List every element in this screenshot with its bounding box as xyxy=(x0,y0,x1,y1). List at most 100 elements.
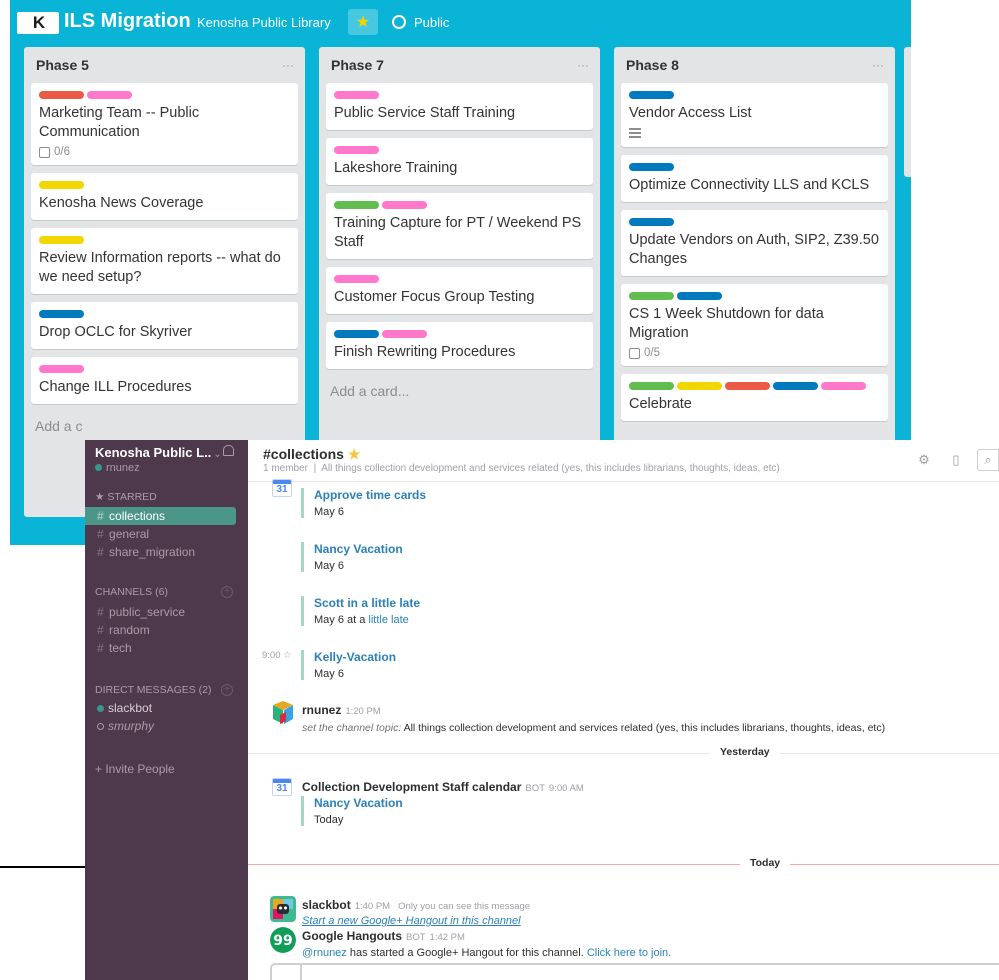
slack-window: Kenosha Public L.. ⌄ rnunez ★ STARRED # c… xyxy=(85,440,999,980)
dm-item-slackbot[interactable]: slackbot xyxy=(85,699,248,717)
message-time[interactable]: 1:40 PM xyxy=(355,901,390,912)
card-title: Marketing Team -- Public Communication xyxy=(39,105,200,140)
event-title[interactable]: Scott in a little late xyxy=(314,596,420,610)
search-icon[interactable]: ⌕ xyxy=(977,449,999,471)
star-message-icon[interactable]: ☆ xyxy=(283,650,292,661)
card[interactable]: Kenosha News Coverage xyxy=(31,173,298,220)
event-attachment: Scott in a little late May 6 at a little… xyxy=(301,596,420,626)
label-green xyxy=(629,292,674,300)
event-title[interactable]: Approve time cards xyxy=(314,488,426,502)
gear-icon[interactable]: ⚙ xyxy=(913,449,935,471)
event-date-link[interactable]: little late xyxy=(368,614,408,626)
card[interactable]: Update Vendors on Auth, SIP2, Z39.50 Cha… xyxy=(621,210,888,276)
card[interactable]: Review Information reports -- what do we… xyxy=(31,228,298,294)
chevron-down-icon: ⌄ xyxy=(213,449,222,460)
user-mention[interactable]: @rnunez xyxy=(302,947,347,959)
team-name: Kenosha Public L.. xyxy=(95,445,212,460)
card[interactable]: Optimize Connectivity LLS and KCLS xyxy=(621,155,888,202)
message-author[interactable]: slackbot xyxy=(302,898,351,912)
card[interactable]: Training Capture for PT / Weekend PS Sta… xyxy=(326,193,593,259)
star-icon[interactable]: ★ xyxy=(348,9,378,35)
list-menu-icon[interactable]: ··· xyxy=(872,58,884,72)
card[interactable]: CS 1 Week Shutdown for data Migration 0/5 xyxy=(621,284,888,366)
list-title[interactable]: Phase 5 xyxy=(36,57,89,73)
channel-star-icon[interactable]: ★ xyxy=(348,446,361,462)
team-menu[interactable]: Kenosha Public L.. ⌄ xyxy=(95,445,222,460)
dm-header[interactable]: DIRECT MESSAGES (2) xyxy=(95,684,212,696)
logo-text: K xyxy=(32,13,45,32)
trello-logo-icon[interactable]: K xyxy=(17,12,59,34)
channel-item-collections[interactable]: # collections xyxy=(85,507,236,525)
message-author[interactable]: Google Hangouts xyxy=(302,929,402,943)
card-labels xyxy=(39,181,290,189)
card-labels xyxy=(39,236,290,244)
board-title[interactable]: ILS Migration xyxy=(64,10,191,33)
channel-item-public_service[interactable]: # public_service xyxy=(85,603,248,621)
card[interactable]: Change ILL Procedures xyxy=(31,357,298,404)
message-time[interactable]: 1:20 PM xyxy=(345,706,380,717)
message-time[interactable]: 1:42 PM xyxy=(430,932,465,943)
visibility-button[interactable]: Public xyxy=(392,15,449,30)
event-title[interactable]: Nancy Vacation xyxy=(314,796,403,810)
card[interactable]: Marketing Team -- Public Communication 0/… xyxy=(31,83,298,165)
list-header: Phase 5 ··· xyxy=(31,47,298,83)
message-time[interactable]: 9:00 AM xyxy=(549,783,584,794)
add-card-link[interactable]: Add a c xyxy=(31,412,298,440)
board-org[interactable]: Kenosha Public Library xyxy=(197,15,331,30)
list-menu-icon[interactable]: ··· xyxy=(577,58,589,72)
channel-header: #collections ★ 1 member | All things col… xyxy=(248,440,999,482)
channel-item-general[interactable]: # general xyxy=(85,525,248,543)
slackbot-avatar-icon[interactable] xyxy=(270,896,296,922)
card[interactable]: Vendor Access List xyxy=(621,83,888,147)
event-attachment: Nancy Vacation May 6 xyxy=(301,542,403,572)
card-title: Change ILL Procedures xyxy=(39,379,192,395)
attach-plus-icon[interactable] xyxy=(272,965,302,980)
message-author[interactable]: rnunez xyxy=(302,703,341,717)
list-menu-icon[interactable]: ··· xyxy=(282,58,294,72)
card-labels xyxy=(629,292,880,300)
timestamp-text: 9:00 xyxy=(262,650,281,661)
hangouts-avatar-icon[interactable]: 99 xyxy=(270,927,296,953)
event-title[interactable]: Nancy Vacation xyxy=(314,542,403,556)
away-dot-icon xyxy=(97,723,104,730)
card[interactable]: Celebrate xyxy=(621,374,888,421)
join-hangout-link[interactable]: Click here to join. xyxy=(587,947,671,959)
channel-item-label: public_service xyxy=(109,605,186,619)
channel-item-random[interactable]: # random xyxy=(85,621,248,639)
start-hangout-link[interactable]: Start a new Google+ Hangout in this chan… xyxy=(302,915,521,927)
message-text: has started a Google+ Hangout for this c… xyxy=(346,947,587,959)
card[interactable]: Customer Focus Group Testing xyxy=(326,267,593,314)
channels-count: (6) xyxy=(155,586,168,598)
current-user-name: rnunez xyxy=(106,462,140,474)
add-card-link[interactable]: Add a card... xyxy=(326,377,593,405)
event-title[interactable]: Kelly-Vacation xyxy=(314,650,396,664)
message-author[interactable]: Collection Development Staff calendar xyxy=(302,780,521,794)
list-title[interactable]: Phase 8 xyxy=(626,57,679,73)
user-avatar-icon[interactable] xyxy=(270,701,296,727)
hash-icon: # xyxy=(97,527,104,541)
checklist-badge: 0/5 xyxy=(629,347,880,359)
starred-header: ★ STARRED xyxy=(95,491,157,503)
message-input[interactable] xyxy=(270,963,999,980)
member-count[interactable]: 1 member xyxy=(263,463,308,474)
add-dm-icon[interactable]: + xyxy=(221,684,233,696)
card[interactable]: Lakeshore Training xyxy=(326,138,593,185)
channels-header[interactable]: CHANNELS (6) xyxy=(95,586,168,598)
dm-item-smurphy[interactable]: smurphy xyxy=(85,717,248,735)
invite-people-link[interactable]: + Invite People xyxy=(95,762,175,776)
checklist-count: 0/5 xyxy=(644,347,660,359)
sidebar-toggle-icon[interactable]: ▯ xyxy=(945,449,967,471)
bell-icon[interactable] xyxy=(223,445,234,456)
message-timestamp[interactable]: 9:00 ☆ xyxy=(262,650,292,661)
card[interactable]: Drop OCLC for Skyriver xyxy=(31,302,298,349)
current-user[interactable]: rnunez xyxy=(95,462,140,474)
channel-item-share_migration[interactable]: # share_migration xyxy=(85,543,248,561)
label-blue xyxy=(629,163,674,171)
channel-item-tech[interactable]: # tech xyxy=(85,639,248,657)
add-channel-icon[interactable]: + xyxy=(221,586,233,598)
channel-title[interactable]: #collections ★ xyxy=(263,446,360,463)
card[interactable]: Finish Rewriting Procedures xyxy=(326,322,593,369)
list-title[interactable]: Phase 7 xyxy=(331,57,384,73)
channel-topic[interactable]: All things collection development and se… xyxy=(321,463,780,474)
card[interactable]: Public Service Staff Training xyxy=(326,83,593,130)
